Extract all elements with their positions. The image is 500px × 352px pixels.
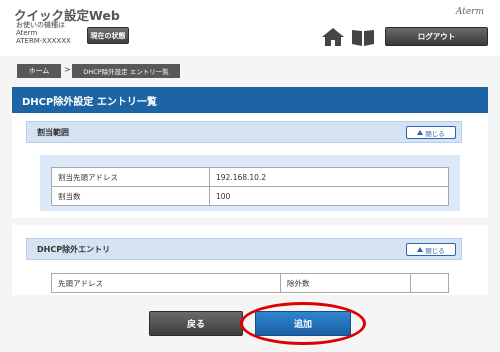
- assign-range-collapse-button[interactable]: 閉じる: [406, 126, 456, 139]
- assign-range-header: 割当範囲: [26, 121, 462, 143]
- page-title: DHCP除外設定 エントリ一覧: [12, 87, 488, 113]
- model-name: Aterm: [16, 29, 38, 37]
- chevron-up-icon: [417, 130, 424, 135]
- back-button[interactable]: 戻る: [149, 311, 243, 336]
- row-label: 割当先頭アドレス: [51, 167, 210, 187]
- exclude-entry-header: DHCP除外エントリ: [26, 238, 462, 260]
- breadcrumb-current: DHCP除外設定 エントリ一覧: [72, 64, 180, 78]
- model-id: ATERM-XXXXXX: [16, 37, 71, 45]
- table-header-row: 先頭アドレス 除外数: [51, 273, 449, 293]
- exclude-entry-collapse-button[interactable]: 閉じる: [406, 243, 456, 256]
- row-label: 割当数: [51, 186, 210, 206]
- header: クイック設定Web お使いの機種は Aterm ATERM-XXXXXX 現在の…: [0, 0, 500, 56]
- collapse-label: 閉じる: [425, 246, 445, 255]
- add-button[interactable]: 追加: [255, 311, 351, 336]
- breadcrumb-home[interactable]: ホーム: [17, 64, 61, 78]
- exclude-entry-title: DHCP除外エントリ: [37, 244, 111, 254]
- breadcrumb-separator: >: [64, 65, 71, 74]
- assign-range-table: 割当先頭アドレス 192.168.10.2 割当数 100: [51, 167, 449, 206]
- table-row: 割当先頭アドレス 192.168.10.2: [51, 167, 449, 187]
- table-row: 割当数 100: [51, 186, 449, 206]
- row-value: 100: [209, 186, 449, 206]
- assign-range-title: 割当範囲: [37, 127, 69, 137]
- logout-button[interactable]: ログアウト: [385, 27, 488, 46]
- exclude-entry-table: 先頭アドレス 除外数: [51, 273, 449, 293]
- brand-logo: Aterm: [455, 7, 484, 17]
- home-icon[interactable]: [322, 28, 344, 46]
- row-value: 192.168.10.2: [209, 167, 449, 187]
- column-header-exclude-count: 除外数: [280, 273, 411, 293]
- column-header-action: [410, 273, 449, 293]
- chevron-up-icon: [417, 247, 424, 252]
- book-icon[interactable]: [351, 29, 375, 46]
- column-header-start-address: 先頭アドレス: [51, 273, 281, 293]
- current-status-button[interactable]: 現在の状態: [87, 27, 129, 44]
- collapse-label: 閉じる: [425, 129, 445, 138]
